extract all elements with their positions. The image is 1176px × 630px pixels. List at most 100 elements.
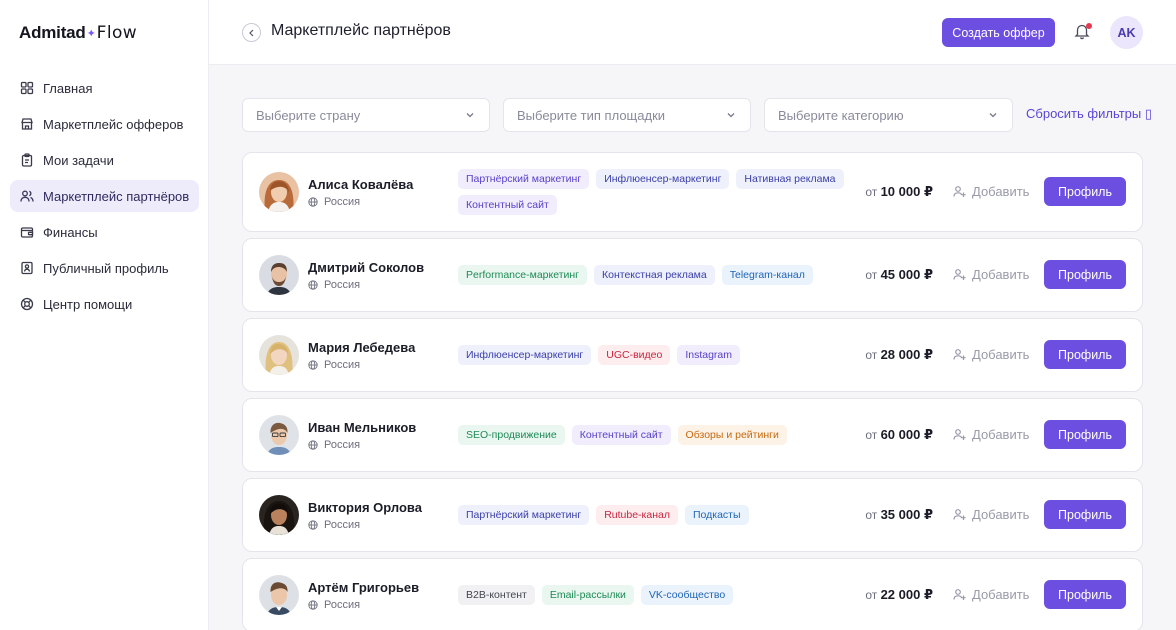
add-user-icon — [953, 186, 966, 197]
profile-button[interactable]: Профиль — [1044, 580, 1126, 609]
partner-tags: Партнёрский маркетинг Rutube-канал Подка… — [458, 505, 853, 525]
sidebar-item-label: Маркетплейс партнёров — [43, 188, 190, 204]
add-partner-button[interactable]: Добавить — [953, 267, 1029, 282]
profile-button[interactable]: Профиль — [1044, 420, 1126, 449]
price-prefix: от — [865, 508, 881, 522]
lifebuoy-icon — [20, 297, 34, 311]
price-prefix: от — [865, 588, 881, 602]
tag: Подкасты — [684, 505, 749, 525]
partner-country: Россия — [308, 599, 360, 611]
partner-tags: Партнёрский маркетинг Инфлюенсер-маркети… — [458, 169, 853, 215]
partner-name: Виктория Орлова — [308, 500, 422, 515]
globe-icon — [308, 280, 318, 290]
back-button[interactable] — [242, 23, 261, 42]
tag: Партнёрский маркетинг — [458, 169, 590, 189]
price-value: 45 000 ₽ — [880, 267, 933, 282]
partner-country: Россия — [308, 519, 360, 531]
notification-dot — [1086, 23, 1092, 29]
add-user-icon — [953, 509, 966, 520]
add-label: Добавить — [972, 184, 1030, 199]
partner-price: от 28 000 ₽ — [865, 347, 933, 363]
id-card-icon — [20, 261, 34, 275]
tag: Контекстная реклама — [594, 265, 715, 285]
sidebar-nav: Главная Маркетплейс офферов Мои задачи М… — [10, 72, 199, 324]
page-title: Маркетплейс партнёров — [271, 22, 451, 39]
profile-button[interactable]: Профиль — [1044, 260, 1126, 289]
sidebar-item-offers-marketplace[interactable]: Маркетплейс офферов — [10, 108, 199, 140]
add-partner-button[interactable]: Добавить — [953, 347, 1029, 362]
add-user-icon — [953, 349, 966, 360]
partner-country: Россия — [308, 196, 360, 208]
app-logo[interactable]: Admitad ✦ Flow — [19, 22, 137, 44]
price-prefix: от — [865, 348, 881, 362]
add-partner-button[interactable]: Добавить — [953, 184, 1029, 199]
user-avatar[interactable]: AK — [1110, 16, 1143, 49]
add-partner-button[interactable]: Добавить — [953, 427, 1029, 442]
partner-avatar — [259, 495, 299, 535]
platform-type-select-placeholder: Выберите тип площадки — [517, 107, 666, 123]
partner-country: Россия — [308, 279, 360, 291]
add-partner-button[interactable]: Добавить — [953, 587, 1029, 602]
sidebar-item-home[interactable]: Главная — [10, 72, 199, 104]
price-prefix: от — [865, 268, 881, 282]
partner-avatar — [259, 255, 299, 295]
chevron-left-icon — [248, 29, 253, 36]
partner-country-label: Россия — [324, 359, 361, 371]
users-icon — [20, 189, 34, 203]
notifications-button[interactable] — [1073, 22, 1093, 42]
platform-type-select[interactable]: Выберите тип площадки — [503, 98, 751, 132]
tag: UGC-видео — [598, 345, 671, 365]
partner-country-label: Россия — [324, 519, 361, 531]
profile-button[interactable]: Профиль — [1044, 177, 1126, 206]
tag: Контентный сайт — [571, 425, 671, 445]
price-prefix: от — [865, 185, 881, 199]
partner-price: от 10 000 ₽ — [865, 184, 933, 200]
tag: Обзоры и рейтинги — [677, 425, 787, 445]
sidebar-item-label: Публичный профиль — [43, 260, 169, 276]
price-prefix: от — [865, 428, 881, 442]
sidebar-item-label: Главная — [43, 80, 93, 96]
globe-icon — [308, 360, 318, 370]
tag: Rutube-канал — [596, 505, 678, 525]
sidebar-item-finance[interactable]: Финансы — [10, 216, 199, 248]
partner-price: от 60 000 ₽ — [865, 427, 933, 443]
store-icon — [20, 117, 34, 131]
category-select-placeholder: Выберите категорию — [778, 107, 904, 123]
sidebar-item-public-profile[interactable]: Публичный профиль — [10, 252, 199, 284]
tag: Performance-маркетинг — [458, 265, 588, 285]
tag: Нативная реклама — [736, 169, 844, 189]
tag: Партнёрский маркетинг — [458, 505, 590, 525]
partner-country-label: Россия — [324, 196, 361, 208]
create-offer-button[interactable]: Создать оффер — [942, 18, 1055, 47]
chevron-down-icon — [989, 113, 997, 118]
partner-card: Дмитрий Соколов Россия Performance-марке… — [242, 238, 1143, 312]
profile-button[interactable]: Профиль — [1044, 500, 1126, 529]
price-value: 28 000 ₽ — [880, 347, 933, 362]
country-select[interactable]: Выберите страну — [242, 98, 490, 132]
sidebar-item-partners-marketplace[interactable]: Маркетплейс партнёров — [10, 180, 199, 212]
reset-filters-button[interactable]: Сбросить фильтры ▯ — [1026, 106, 1152, 122]
globe-icon — [308, 197, 318, 207]
add-user-icon — [953, 589, 966, 600]
globe-icon — [308, 600, 318, 610]
add-label: Добавить — [972, 587, 1030, 602]
partner-name: Мария Лебедева — [308, 340, 416, 355]
partner-country-label: Россия — [324, 279, 361, 291]
add-label: Добавить — [972, 427, 1030, 442]
partner-tags: B2B-контент Email-рассылки VK-сообщество — [458, 585, 853, 605]
partner-avatar — [259, 335, 299, 375]
profile-button[interactable]: Профиль — [1044, 340, 1126, 369]
category-select[interactable]: Выберите категорию — [764, 98, 1013, 132]
sidebar-item-help-center[interactable]: Центр помощи — [10, 288, 199, 320]
partner-card: Мария Лебедева Россия Инфлюенсер-маркети… — [242, 318, 1143, 392]
partner-card: Артём Григорьев Россия B2B-контент Email… — [242, 558, 1143, 630]
globe-icon — [308, 520, 318, 530]
partner-country-label: Россия — [324, 599, 361, 611]
add-partner-button[interactable]: Добавить — [953, 507, 1029, 522]
add-label: Добавить — [972, 507, 1030, 522]
partner-price: от 45 000 ₽ — [865, 267, 933, 283]
add-user-icon — [953, 269, 966, 280]
sidebar-item-tasks[interactable]: Мои задачи — [10, 144, 199, 176]
partner-country: Россия — [308, 439, 360, 451]
partner-card: Иван Мельников Россия SEO-продвижение Ко… — [242, 398, 1143, 472]
